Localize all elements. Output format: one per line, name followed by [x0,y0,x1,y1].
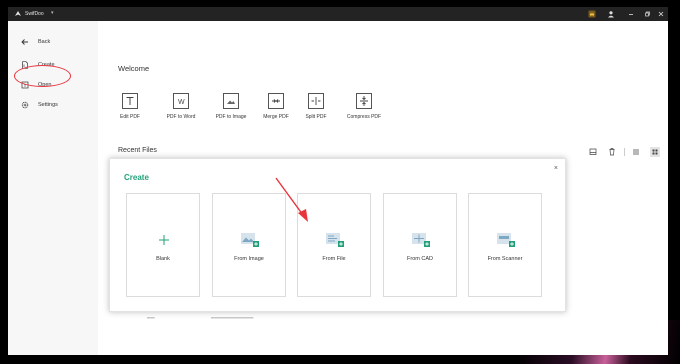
annotation-arrow [275,177,308,222]
app-window: SwifDoo ▾ Back Create Open Settings Welc… [8,7,668,355]
